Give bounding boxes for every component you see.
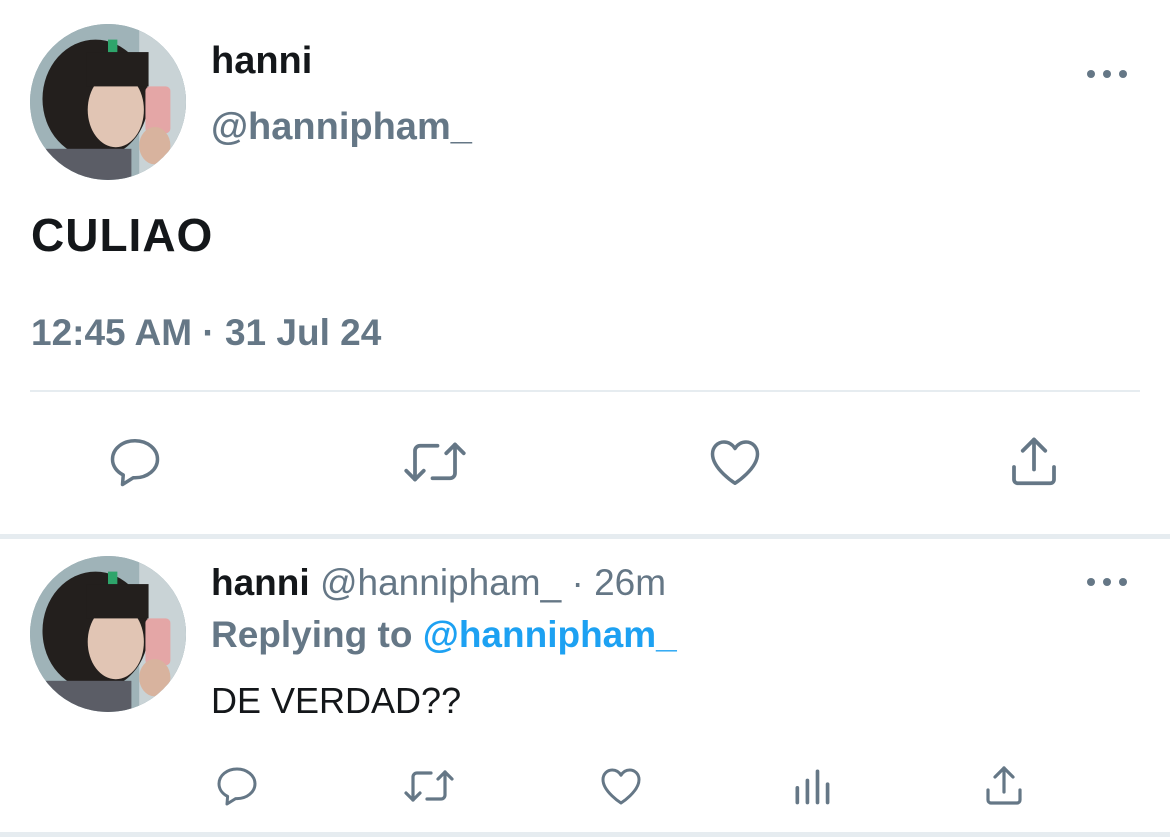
reply-icon[interactable] xyxy=(105,432,165,492)
analytics-icon[interactable] xyxy=(790,764,834,808)
replying-label: Replying to xyxy=(211,614,413,655)
avatar-image xyxy=(30,556,186,712)
retweet-icon[interactable] xyxy=(401,762,457,810)
reply-icon[interactable] xyxy=(213,762,261,810)
tweet-detail-page: hanni @hannipham_ CULIAO 12:45 AM · 31 J… xyxy=(0,0,1170,837)
replying-to: Replying to @hannipham_ xyxy=(211,614,677,656)
reply-text: DE VERDAD?? xyxy=(211,680,462,721)
reply-author-name[interactable]: hanni xyxy=(211,562,310,603)
replying-mention[interactable]: @hannipham_ xyxy=(423,614,677,655)
share-icon[interactable] xyxy=(1003,432,1065,492)
tweet-date: 31 Jul 24 xyxy=(224,312,382,353)
avatar[interactable] xyxy=(30,24,186,180)
avatar[interactable] xyxy=(30,556,186,712)
section-separator xyxy=(0,534,1170,539)
reply-age: 26m xyxy=(594,562,667,603)
reply-header: hanni @hannipham_ · 26m xyxy=(211,562,666,604)
bottom-divider xyxy=(0,832,1170,837)
share-icon[interactable] xyxy=(980,762,1028,810)
tweet-text: CULIAO xyxy=(31,209,214,261)
more-options-icon[interactable] xyxy=(1087,572,1127,592)
author-handle[interactable]: @hannipham_ xyxy=(211,106,472,149)
more-options-icon[interactable] xyxy=(1087,64,1127,84)
like-icon[interactable] xyxy=(705,432,765,492)
reply-author-handle[interactable]: @hannipham_ xyxy=(320,562,561,603)
like-icon[interactable] xyxy=(597,762,645,810)
main-tweet: hanni @hannipham_ CULIAO 12:45 AM · 31 J… xyxy=(0,0,1170,535)
meta-separator: · xyxy=(202,312,215,353)
author-name[interactable]: hanni xyxy=(211,40,312,83)
tweet-timestamp: 12:45 AM · 31 Jul 24 xyxy=(31,312,381,354)
meta-separator: · xyxy=(571,562,584,603)
divider xyxy=(30,390,1140,392)
avatar-image xyxy=(30,24,186,180)
tweet-time: 12:45 AM xyxy=(31,312,193,353)
retweet-icon[interactable] xyxy=(401,432,469,492)
